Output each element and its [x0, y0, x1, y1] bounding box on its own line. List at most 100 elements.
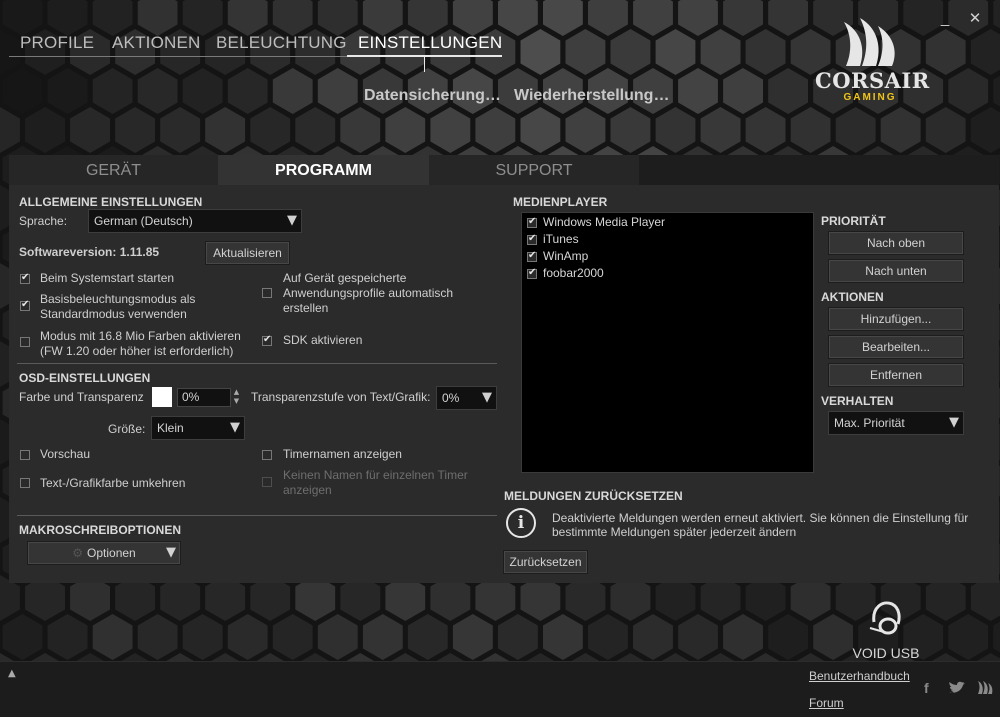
base-lighting-label-2: Standardmodus verwenden [40, 307, 187, 321]
facebook-icon[interactable]: f [924, 680, 929, 696]
forum-link[interactable]: Forum [809, 696, 844, 710]
nav-profile[interactable]: PROFILE [20, 33, 94, 53]
manual-link[interactable]: Benutzerhandbuch [809, 669, 910, 683]
sdk-label: SDK aktivieren [283, 333, 363, 347]
corsair-icon[interactable] [976, 680, 994, 695]
text-transparency-label: Transparenzstufe von Text/Grafik: [251, 390, 431, 404]
auto-profiles-label-1: Auf Gerät gespeicherte [283, 271, 407, 285]
expand-icon[interactable]: ▲ [8, 668, 16, 679]
restore-link[interactable]: Wiederherstellung… [514, 87, 669, 105]
reset-messages-text-1: Deaktivierte Meldungen werden erneut akt… [552, 511, 969, 525]
update-button[interactable]: Aktualisieren [205, 241, 290, 265]
autostart-checkbox[interactable] [20, 272, 30, 284]
language-label: Sprache: [19, 214, 68, 228]
twitter-icon[interactable] [948, 681, 966, 695]
dropdown-arrow-icon: ▼ [230, 420, 240, 435]
actions-title: AKTIONEN [821, 290, 884, 304]
timer-names-label: Timernamen anzeigen [283, 447, 402, 461]
reset-messages-title: MELDUNGEN ZURÜCKSETZEN [504, 489, 683, 503]
macro-options-title: MAKROSCHREIBOPTIONEN [19, 523, 182, 537]
nav-einstellungen[interactable]: EINSTELLUNGEN [358, 33, 502, 53]
move-down-button[interactable]: Nach unten [828, 259, 964, 283]
section-divider [17, 363, 497, 364]
text-transparency-select[interactable]: 0% ▼ [436, 386, 497, 410]
osd-color-swatch[interactable] [152, 387, 172, 407]
autostart-label: Beim Systemstart starten [40, 271, 175, 285]
nav-underline [9, 56, 347, 57]
16m-colors-label-2: (FW 1.20 oder höher ist erforderlich) [40, 344, 234, 358]
dropdown-arrow-icon: ▼ [287, 213, 297, 228]
no-single-timer-label-2: anzeigen [283, 483, 332, 497]
preview-label: Vorschau [40, 447, 91, 461]
behavior-title: VERHALTEN [821, 394, 894, 408]
general-settings-title: ALLGEMEINE EINSTELLUNGEN [19, 195, 203, 209]
dropdown-arrow-icon: ▼ [949, 415, 959, 430]
brand-name: CORSAIR [815, 68, 930, 93]
macro-options-button[interactable]: ⚙ Optionen ▼ [27, 541, 181, 565]
media-checkbox[interactable] [527, 233, 537, 245]
invert-color-label: Text-/Grafikfarbe umkehren [40, 476, 186, 490]
no-single-timer-name-checkbox[interactable] [262, 477, 272, 487]
close-button[interactable]: ✕ [966, 10, 984, 28]
tab-programm[interactable]: PROGRAMM [218, 155, 429, 185]
osd-settings-title: OSD-EINSTELLUNGEN [19, 371, 151, 385]
size-select[interactable]: Klein ▼ [151, 416, 245, 440]
behavior-value: Max. Priorität [834, 416, 905, 430]
size-value: Klein [157, 421, 184, 435]
sdk-checkbox[interactable] [262, 334, 272, 346]
timer-names-checkbox[interactable] [262, 450, 272, 460]
media-checkbox[interactable] [527, 267, 537, 279]
remove-button[interactable]: Entfernen [828, 363, 964, 387]
nav-beleuchtung[interactable]: BELEUCHTUNG [216, 33, 347, 53]
media-label: iTunes [543, 232, 579, 246]
auto-profiles-label-3: erstellen [283, 301, 329, 315]
media-player-list[interactable]: Windows Media Player iTunes WinAmp fooba… [521, 212, 814, 473]
language-value: German (Deutsch) [94, 214, 193, 228]
headset-icon[interactable] [866, 598, 906, 638]
size-label: Größe: [108, 422, 146, 436]
preview-checkbox[interactable] [20, 450, 30, 460]
software-version: Softwareversion: 1.11.85 [19, 245, 160, 259]
text-transparency-value: 0% [442, 391, 460, 405]
priority-title: PRIORITÄT [821, 214, 886, 228]
reset-button[interactable]: Zurücksetzen [503, 550, 588, 574]
tab-support[interactable]: SUPPORT [429, 155, 639, 185]
dropdown-arrow-icon: ▼ [482, 390, 492, 405]
reset-messages-text-2: bestimmte Meldungen später jederzeit änd… [552, 525, 797, 539]
device-name[interactable]: VOID USB [840, 645, 932, 661]
transparency-spinner[interactable]: ▲ ▼ [232, 388, 241, 407]
auto-profiles-checkbox[interactable] [262, 288, 272, 298]
media-checkbox[interactable] [527, 250, 537, 262]
nav-aktionen[interactable]: AKTIONEN [112, 33, 201, 53]
base-lighting-label-1: Basisbeleuchtungsmodus als [40, 292, 196, 306]
nav-pointer [424, 57, 425, 72]
tab-geraet[interactable]: GERÄT [9, 155, 218, 185]
color-transparency-label: Farbe und Transparenz [19, 390, 144, 404]
add-button[interactable]: Hinzufügen... [828, 307, 964, 331]
media-label: WinAmp [543, 249, 589, 263]
transparency-input[interactable]: 0% [177, 388, 231, 407]
dropdown-arrow-icon: ▼ [166, 545, 176, 560]
brand-tagline: GAMING [843, 92, 897, 103]
section-divider [17, 515, 497, 516]
16m-colors-checkbox[interactable] [20, 337, 30, 347]
media-player-title: MEDIENPLAYER [513, 195, 608, 209]
edit-button[interactable]: Bearbeiten... [828, 335, 964, 359]
gear-icon: ⚙ [72, 546, 84, 560]
auto-profiles-label-2: Anwendungsprofile automatisch [283, 286, 454, 300]
language-select[interactable]: German (Deutsch) ▼ [88, 209, 302, 233]
backup-link[interactable]: Datensicherung… [364, 87, 501, 105]
behavior-select[interactable]: Max. Priorität ▼ [828, 411, 964, 435]
minimize-button[interactable]: _ [936, 10, 954, 28]
tabbar-filler [639, 155, 999, 185]
macro-options-label: Optionen [87, 546, 136, 560]
corsair-sails-icon [844, 18, 895, 66]
16m-colors-label-1: Modus mit 16.8 Mio Farben aktivieren [40, 329, 241, 343]
media-checkbox[interactable] [527, 216, 537, 228]
move-up-button[interactable]: Nach oben [828, 231, 964, 255]
invert-color-checkbox[interactable] [20, 478, 30, 488]
no-single-timer-label-1: Keinen Namen für einzelnen Timer [283, 468, 468, 482]
media-label: Windows Media Player [543, 215, 666, 229]
base-lighting-checkbox[interactable] [20, 299, 30, 311]
info-icon: i [506, 508, 536, 538]
